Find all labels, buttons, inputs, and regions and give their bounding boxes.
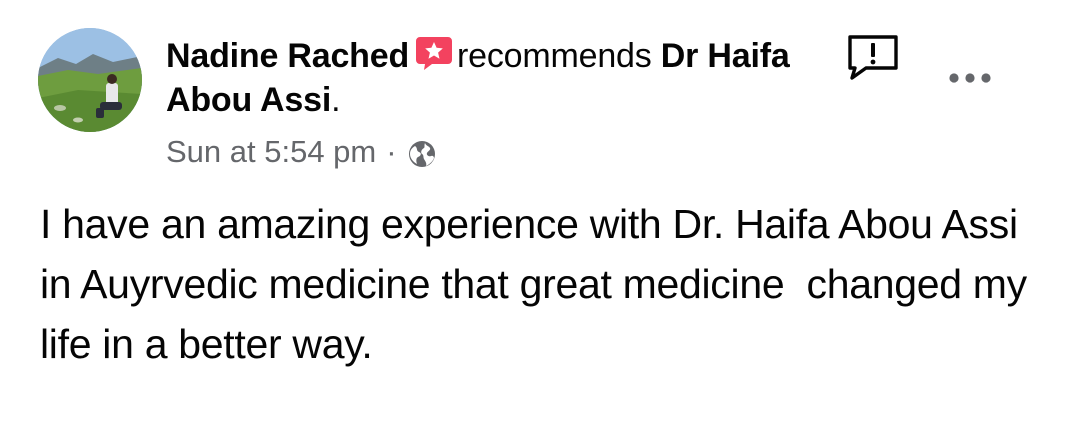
avatar[interactable]	[38, 28, 142, 132]
more-options-icon[interactable]	[944, 64, 996, 92]
meta-separator: ·	[386, 134, 397, 169]
post-body-text: I have an amazing experience with Dr. Ha…	[40, 201, 1038, 367]
author-name[interactable]: Nadine Rached	[166, 37, 409, 75]
recommendation-post: Nadine Rached recommends Dr Haifa Abou A…	[0, 0, 1080, 441]
target-suffix: .	[331, 81, 341, 119]
recommendation-badge-icon	[415, 34, 453, 72]
post-header: Nadine Rached recommends Dr Haifa Abou A…	[166, 34, 806, 122]
timestamp[interactable]: Sun at 5:54 pm	[166, 130, 376, 174]
report-icon[interactable]	[846, 34, 900, 82]
globe-icon[interactable]	[407, 137, 437, 167]
avatar-photo	[38, 28, 142, 132]
post-meta: Sun at 5:54 pm ·	[166, 130, 437, 174]
recommends-verb: recommends	[457, 37, 652, 75]
